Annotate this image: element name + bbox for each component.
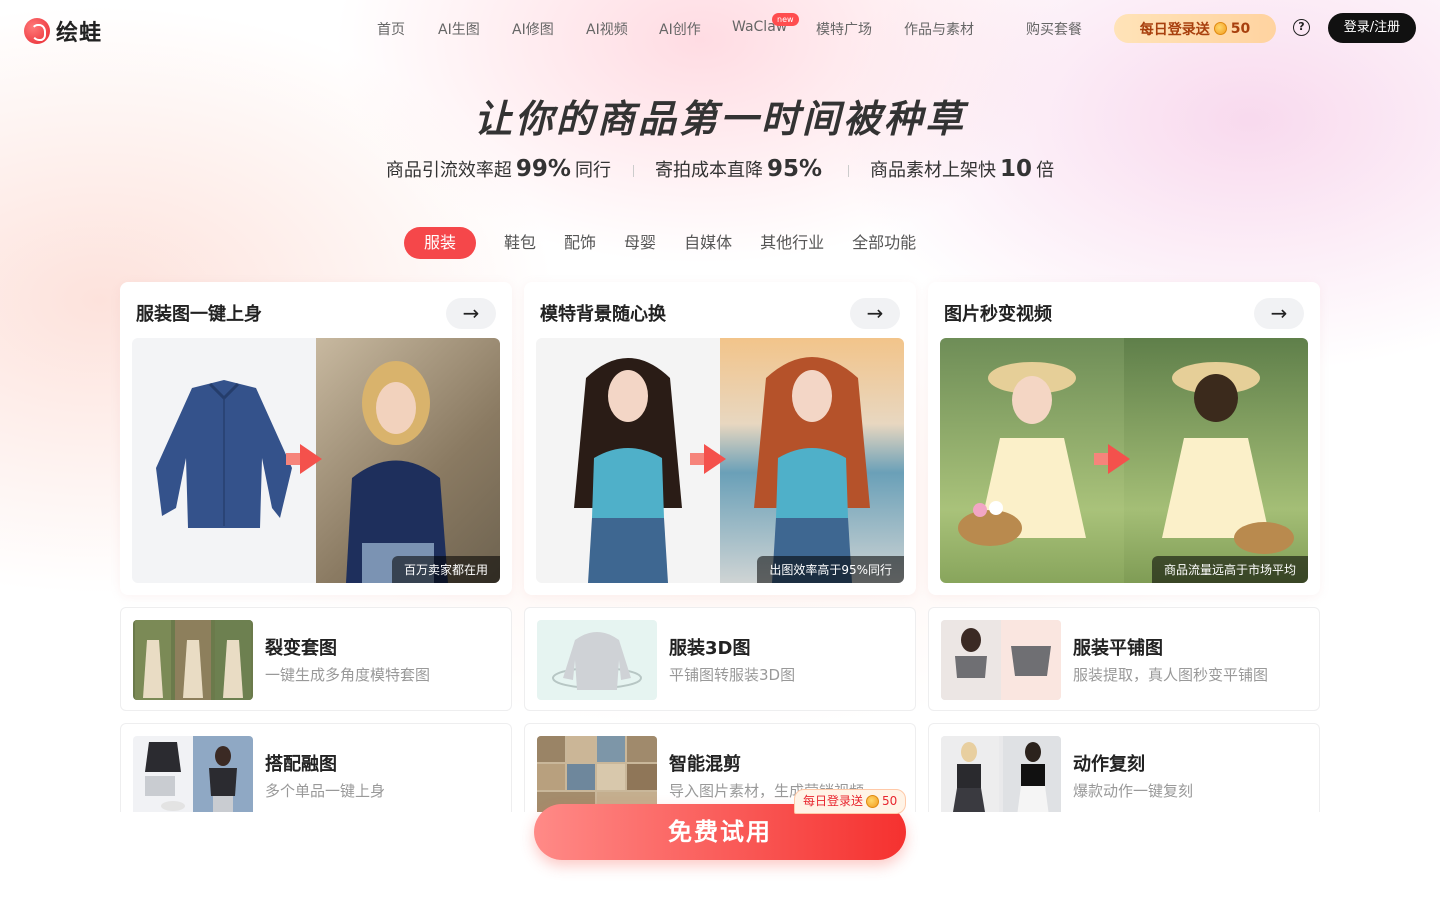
stat-text: 寄拍成本直降: [654, 160, 763, 181]
card-caption: 商品流量远高于市场平均: [1151, 556, 1308, 583]
tab-baby[interactable]: 母婴: [624, 227, 656, 259]
arrow-right-icon[interactable]: →: [850, 298, 900, 329]
pose-copy-thumbnail: [941, 736, 1061, 816]
coin-icon: [1213, 22, 1227, 35]
stat-text: 商品素材上架快: [870, 160, 997, 181]
arrow-right-icon[interactable]: →: [1254, 298, 1304, 329]
feature-item-variant-set[interactable]: 裂变套图 一键生成多角度模特套图: [120, 607, 512, 711]
login-button[interactable]: 登录/注册: [1328, 13, 1416, 43]
card-image: 百万卖家都在用: [132, 338, 500, 583]
cta-reward-badge: 每日登录送 50: [794, 789, 907, 814]
flat-lay-thumbnail: [941, 620, 1061, 700]
child-back-image: [1124, 338, 1308, 583]
item-title: 搭配融图: [265, 754, 337, 775]
transform-arrow-icon: [286, 444, 322, 474]
tab-self-media[interactable]: 自媒体: [684, 227, 732, 259]
item-title: 裂变套图: [265, 638, 337, 659]
model-image: [316, 338, 500, 583]
item-desc: 一键生成多角度模特套图: [265, 666, 431, 684]
category-tabs: 服装 鞋包 配饰 母婴 自媒体 其他行业 全部功能: [404, 227, 944, 259]
tab-apparel[interactable]: 服装: [404, 227, 477, 259]
help-icon[interactable]: ?: [1293, 19, 1310, 36]
card-image: 出图效率高于95%同行: [536, 338, 904, 583]
card-caption: 百万卖家都在用: [391, 556, 500, 583]
nav-item-ai-video[interactable]: AI视频: [586, 19, 628, 39]
tab-accessories[interactable]: 配饰: [564, 227, 596, 259]
item-title: 服装平铺图: [1073, 638, 1163, 659]
stat-text: 同行: [574, 160, 611, 181]
tab-other-industries[interactable]: 其他行业: [760, 227, 824, 259]
stat-text: 倍: [1036, 160, 1055, 181]
stat-cost: 寄拍成本直降 95%: [632, 156, 848, 182]
item-title: 智能混剪: [669, 754, 741, 775]
new-badge: new: [772, 13, 799, 26]
nav-item-works[interactable]: 作品与素材: [904, 19, 974, 39]
item-desc: 爆款动作一键复刻: [1073, 782, 1194, 800]
model-set-illustration: [135, 620, 251, 700]
nav-item-model-plaza[interactable]: 模特广场: [816, 19, 872, 39]
hero-title: 让你的商品第一时间被种草: [473, 97, 966, 141]
model-figure: [754, 357, 870, 583]
stat-text: 商品引流效率超: [385, 160, 512, 181]
card-image: 商品流量远高于市场平均: [940, 338, 1308, 583]
card-title: 图片秒变视频: [944, 304, 1052, 325]
tab-all-features[interactable]: 全部功能: [852, 227, 916, 259]
outfit-merge-thumbnail: [133, 736, 253, 816]
nav-item-ai-image[interactable]: AI生图: [438, 19, 480, 39]
stat-number: 99%: [515, 156, 571, 182]
model-beach-bg-image: [720, 338, 904, 583]
nav-item-ai-create[interactable]: AI创作: [659, 19, 701, 39]
item-title: 动作复刻: [1073, 754, 1145, 775]
stat-number: 95%: [766, 156, 823, 182]
feature-card-image-to-video[interactable]: 图片秒变视频 → 商品流量远高于市场平均: [928, 282, 1320, 595]
cta-badge-label: 每日登录送: [803, 794, 864, 808]
nav-item-ai-retouch[interactable]: AI修图: [512, 19, 554, 39]
cta-badge-amount: 50: [882, 794, 898, 808]
card-title: 模特背景随心换: [540, 304, 666, 325]
arrow-right-icon[interactable]: →: [446, 298, 496, 329]
3d-garment-thumbnail: [537, 620, 657, 700]
feature-item-flat-lay[interactable]: 服装平铺图 服装提取，真人图秒变平铺图: [928, 607, 1320, 711]
feature-card-background-swap[interactable]: 模特背景随心换 → 出图效率高于95%同行: [524, 282, 916, 595]
transform-arrow-icon: [1094, 444, 1130, 474]
card-title: 服装图一键上身: [136, 304, 262, 325]
child-figure: [1162, 362, 1294, 554]
pose-illustration: [941, 736, 1061, 816]
feature-card-try-on[interactable]: 服装图一键上身 → 百万卖家都在用: [120, 282, 512, 595]
card-caption: 出图效率高于95%同行: [757, 556, 904, 583]
hoodie-illustration: [552, 632, 642, 690]
daily-login-reward[interactable]: 每日登录送 50: [1114, 14, 1276, 43]
item-desc: 多个单品一键上身: [265, 782, 386, 800]
nav-item-home[interactable]: 首页: [377, 19, 405, 39]
item-desc: 平铺图转服装3D图: [669, 666, 796, 684]
model-figure: [346, 361, 448, 583]
stat-speed: 商品素材上架快 10 倍: [848, 156, 1076, 182]
stat-traffic: 商品引流效率超 99% 同行: [364, 156, 633, 182]
stat-number: 10: [1000, 156, 1033, 182]
nav-item-pricing[interactable]: 购买套餐: [1026, 19, 1082, 39]
feature-item-3d-garment[interactable]: 服装3D图 平铺图转服装3D图: [524, 607, 916, 711]
hero-stats: 商品引流效率超 99% 同行 寄拍成本直降 95% 商品素材上架快 10 倍: [0, 156, 1440, 182]
outfit-illustration: [145, 736, 253, 816]
transform-arrow-icon: [690, 444, 726, 474]
tab-shoes-bags[interactable]: 鞋包: [504, 227, 536, 259]
variant-set-thumbnail: [133, 620, 253, 700]
item-desc: 服装提取，真人图秒变平铺图: [1073, 666, 1269, 684]
coin-icon: [866, 795, 880, 808]
daily-login-amount: 50: [1230, 20, 1251, 37]
item-title: 服装3D图: [669, 638, 751, 659]
sports-bra-illustration: [941, 620, 1061, 700]
top-bar: 绘蛙 首页 AI生图 AI修图 AI视频 AI创作 WaClaw 模特广场 作品…: [0, 0, 1440, 58]
daily-login-label: 每日登录送: [1139, 21, 1210, 38]
